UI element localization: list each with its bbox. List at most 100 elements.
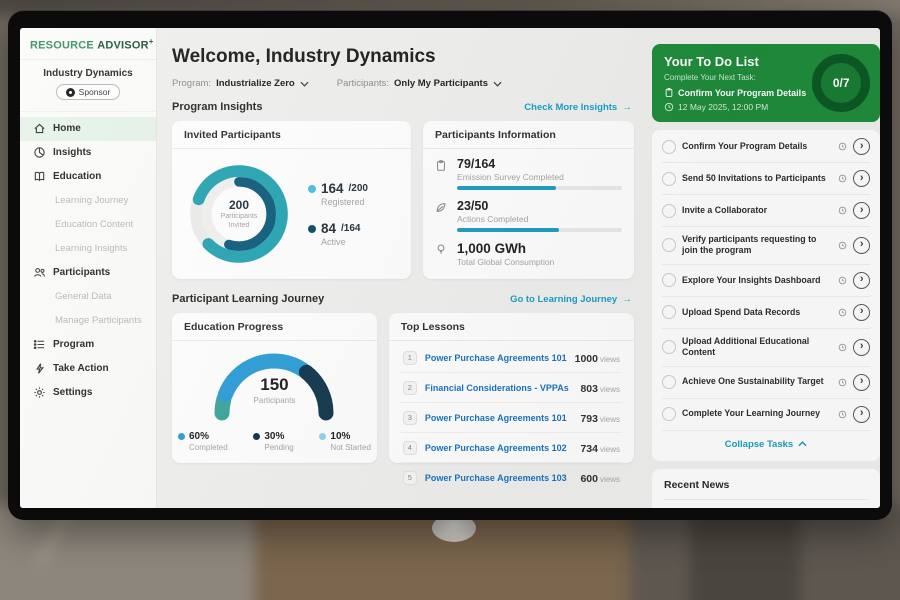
sidebar-item-settings[interactable]: Settings — [20, 381, 156, 405]
sidebar-item-education[interactable]: Education — [20, 165, 156, 189]
donut-center-label: 200 ParticipantsInvited — [180, 155, 298, 273]
program-dropdown[interactable]: Program: Industrialize Zero — [172, 78, 309, 89]
lesson-link[interactable]: Power Purchase Agreements 102 — [425, 443, 573, 453]
task-open-button[interactable]: › — [853, 170, 870, 187]
sidebar-item-label: General Data — [55, 291, 112, 302]
top-lessons-card: Top Lessons 1 Power Purchase Agreements … — [389, 313, 634, 463]
arrow-right-icon: → — [623, 294, 633, 305]
clock-icon — [838, 241, 847, 250]
progress-bar — [457, 228, 622, 232]
sidebar-item-home[interactable]: Home — [20, 117, 156, 141]
lesson-row: 5 Power Purchase Agreements 103 600views — [401, 463, 622, 492]
sponsor-badge[interactable]: Sponsor — [56, 84, 121, 100]
collapse-tasks-link[interactable]: Collapse Tasks — [662, 431, 870, 459]
program-insights-title: Program Insights — [172, 101, 262, 113]
invited-donut-chart: 200 ParticipantsInvited 164/200 — [172, 149, 411, 279]
go-to-learning-journey-link[interactable]: Go to Learning Journey → — [510, 294, 632, 305]
legend-dot — [319, 433, 326, 440]
brand-secondary: ADVISOR — [97, 40, 149, 52]
donut-legend: 164/200 Registered 84/164 Active — [308, 181, 368, 247]
lesson-link[interactable]: Power Purchase Agreements 101 — [425, 353, 567, 363]
brand-primary: RESOURCE — [30, 40, 94, 52]
lesson-row: 1 Power Purchase Agreements 101 1000view… — [401, 343, 622, 373]
sidebar-item-learning-insights[interactable]: Learning Insights — [20, 237, 156, 261]
task-open-button[interactable]: › — [853, 374, 870, 391]
task-checkbox[interactable] — [662, 172, 676, 186]
card-title: Invited Participants — [172, 121, 411, 149]
sidebar-item-manage-participants[interactable]: Manage Participants — [20, 309, 156, 333]
clock-icon — [838, 174, 847, 183]
check-more-insights-link[interactable]: Check More Insights → — [524, 102, 632, 113]
actions-icon — [435, 201, 447, 214]
recent-news-title: Recent News — [664, 479, 868, 500]
sidebar-item-program[interactable]: Program — [20, 333, 156, 357]
page-title: Welcome, Industry Dynamics — [172, 46, 634, 68]
task-row: Upload Spend Data Records › — [662, 297, 870, 329]
learning-journey-header: Participant Learning Journey Go to Learn… — [172, 293, 632, 305]
stat-global-consumption: 1,000 GWh Total Global Consumption — [435, 241, 622, 271]
clock-icon — [664, 102, 674, 112]
task-open-button[interactable]: › — [853, 138, 870, 155]
clock-icon — [838, 378, 847, 387]
lesson-link[interactable]: Power Purchase Agreements 101 — [425, 413, 573, 423]
sidebar-item-label: Learning Insights — [55, 243, 127, 254]
sidebar-item-insights[interactable]: Insights — [20, 141, 156, 165]
lesson-row: 2 Financial Considerations - VPPAs 803vi… — [401, 373, 622, 403]
task-open-button[interactable]: › — [853, 339, 870, 356]
take-action-icon — [33, 362, 46, 375]
dashboard-screen: RESOURCE ADVISOR+ Industry Dynamics Spon… — [20, 28, 880, 508]
legend-dot — [308, 225, 316, 233]
task-checkbox[interactable] — [662, 273, 676, 287]
todo-due-date: 12 May 2025, 12:00 PM — [664, 102, 806, 112]
sidebar-item-take-action[interactable]: Take Action — [20, 357, 156, 381]
legend-dot — [178, 433, 185, 440]
clock-icon — [838, 276, 847, 285]
todo-next-task: Confirm Your Program Details — [664, 87, 806, 98]
todo-panel: Your To Do List Complete Your Next Task:… — [648, 28, 880, 508]
clock-icon — [838, 308, 847, 317]
sidebar-item-learning-journey[interactable]: Learning Journey — [20, 189, 156, 213]
card-title: Education Progress — [172, 313, 377, 341]
task-checkbox[interactable] — [662, 375, 676, 389]
recent-news-card: Recent News — [652, 469, 880, 508]
clock-icon — [838, 142, 847, 151]
task-checkbox[interactable] — [662, 407, 676, 421]
legend-registered: 164/200 Registered — [308, 181, 368, 207]
lesson-row: 3 Power Purchase Agreements 101 793views — [401, 403, 622, 433]
task-checkbox[interactable] — [662, 305, 676, 319]
task-open-button[interactable]: › — [853, 272, 870, 289]
participants-dropdown[interactable]: Participants: Only My Participants — [337, 78, 502, 89]
insights-cards-row: Invited Participants 200 — [172, 121, 634, 279]
task-row: Send 50 Invitations to Participants › — [662, 163, 870, 195]
task-checkbox[interactable] — [662, 340, 676, 354]
sidebar-item-general-data[interactable]: General Data — [20, 285, 156, 309]
task-open-button[interactable]: › — [853, 406, 870, 423]
sidebar-item-label: Take Action — [53, 363, 109, 374]
learning-journey-title: Participant Learning Journey — [172, 293, 324, 305]
sidebar-item-label: Manage Participants — [55, 315, 142, 326]
home-icon — [33, 122, 46, 135]
program-icon — [33, 338, 46, 351]
lesson-link[interactable]: Power Purchase Agreements 103 — [425, 473, 573, 483]
task-checkbox[interactable] — [662, 238, 676, 252]
stat-actions-completed: 23/50 Actions Completed — [435, 199, 622, 232]
legend-active: 84/164 Active — [308, 221, 368, 247]
filter-bar: Program: Industrialize Zero Participants… — [172, 78, 634, 89]
invited-participants-card: Invited Participants 200 — [172, 121, 411, 279]
brand-logo[interactable]: RESOURCE ADVISOR+ — [20, 28, 156, 60]
task-checkbox[interactable] — [662, 140, 676, 154]
lesson-link[interactable]: Financial Considerations - VPPAs — [425, 383, 573, 393]
task-open-button[interactable]: › — [853, 202, 870, 219]
sidebar-item-education-content[interactable]: Education Content — [20, 213, 156, 237]
task-open-button[interactable]: › — [853, 304, 870, 321]
arrow-right-icon: → — [623, 102, 633, 113]
task-checkbox[interactable] — [662, 204, 676, 218]
participants-label: Participants: — [337, 78, 389, 89]
task-open-button[interactable]: › — [853, 237, 870, 254]
task-row: Verify participants requesting to join t… — [662, 227, 870, 265]
lesson-rank: 2 — [403, 381, 417, 395]
clock-icon — [838, 410, 847, 419]
stat-emission-survey: 79/164 Emission Survey Completed — [435, 157, 622, 190]
sidebar-item-label: Participants — [53, 267, 110, 278]
sidebar-item-participants[interactable]: Participants — [20, 261, 156, 285]
